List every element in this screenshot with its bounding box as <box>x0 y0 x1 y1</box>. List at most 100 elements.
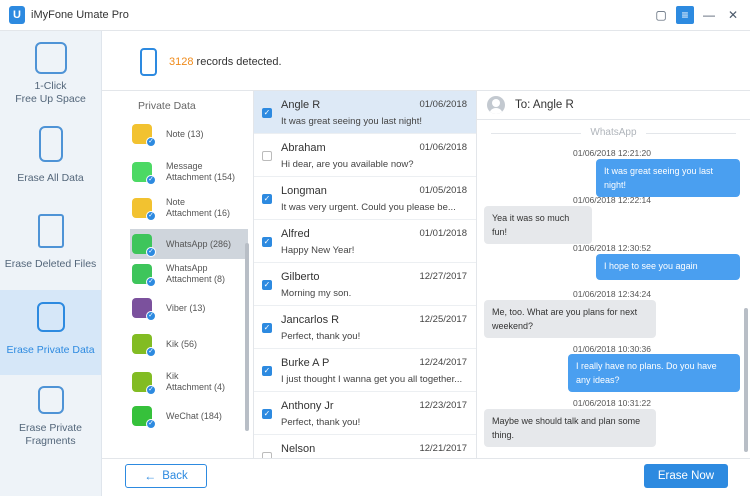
contact-row[interactable]: ✓ Alfred 01/01/2018 Happy New Year! <box>254 220 476 263</box>
message-timestamp: 01/06/2018 12:30:52 <box>573 243 651 253</box>
sidebar-item-erase-all-data[interactable]: Erase All Data <box>0 126 101 206</box>
sidebar-item-label: Erase Private Data <box>6 344 95 356</box>
checked-icon: ✓ <box>146 175 156 185</box>
contact-checkbox[interactable]: ✓ <box>262 194 272 204</box>
contact-preview: Hi dear, are you available now? <box>281 159 414 170</box>
contact-checkbox[interactable]: ✓ <box>262 108 272 118</box>
message-timestamp: 01/06/2018 10:30:36 <box>573 344 651 354</box>
message-timestamp: 01/06/2018 12:34:24 <box>573 289 651 299</box>
sidebar-item-erase-private-data[interactable]: Erase Private Data <box>0 290 101 375</box>
contact-row[interactable]: Nelson 12/21/2017 <box>254 435 476 458</box>
contact-date: 12/23/2017 <box>419 400 467 411</box>
contact-row[interactable]: ✓ Longman 01/05/2018 It was very urgent. Co… <box>254 177 476 220</box>
private-data-item[interactable]: ✓ WhatsApp Attachment (8) <box>130 259 248 289</box>
contact-name: Longman <box>281 185 327 197</box>
private-data-item[interactable]: ✓ Kik (56) <box>130 329 248 359</box>
contact-date: 12/21/2017 <box>419 443 467 454</box>
checked-icon: ✓ <box>146 385 156 395</box>
contact-name: Gilberto <box>281 271 320 283</box>
contact-row[interactable]: ✓ Anthony Jr 12/23/2017 Perfect, thank you! <box>254 392 476 435</box>
records-count: 3128 <box>169 56 194 68</box>
message-timestamp: 01/06/2018 10:31:22 <box>573 398 651 408</box>
private-data-label: WhatsApp (286) <box>166 238 232 249</box>
whatsapp-icon: ✓ <box>132 234 156 257</box>
close-button[interactable]: ✕ <box>724 6 742 24</box>
private-data-item[interactable]: ✓ Message Attachment (154) <box>130 157 248 187</box>
sidebar-item-erase-deleted-files[interactable]: Erase Deleted Files <box>0 214 101 294</box>
contact-row[interactable]: ✓ Jancarlos R 12/25/2017 Perfect, thank you… <box>254 306 476 349</box>
whatsapp-icon: ✓ <box>132 264 156 287</box>
contact-checkbox[interactable] <box>262 151 272 161</box>
sidebar-item-label: Erase Deleted Files <box>4 258 97 270</box>
contact-preview: Perfect, thank you! <box>281 417 361 428</box>
checked-icon: ✓ <box>146 137 156 147</box>
checked-icon: ✓ <box>146 347 156 357</box>
private-data-label: WhatsApp Attachment (8) <box>166 263 226 284</box>
contact-checkbox[interactable]: ✓ <box>262 237 272 247</box>
chat-panel: To: Angle R WhatsApp 01/06/2018 12:21:20… <box>477 91 750 458</box>
avatar <box>487 96 505 114</box>
private-data-item[interactable]: ✓ Kik Attachment (4) <box>130 367 248 397</box>
private-data-item[interactable]: ✓ Note (13) <box>130 119 248 149</box>
contact-date: 01/01/2018 <box>419 228 467 239</box>
contact-checkbox[interactable]: ✓ <box>262 280 272 290</box>
sidebar-item-erase-private-fragments[interactable]: Erase Private Fragments <box>0 386 101 481</box>
checked-icon: ✓ <box>146 211 156 221</box>
contact-name: Nelson <box>281 443 316 455</box>
private-data-item[interactable]: ✓ Note Attachment (16) <box>130 193 248 223</box>
contact-date: 01/06/2018 <box>419 99 467 110</box>
checked-icon: ✓ <box>146 277 156 287</box>
received-message: Me, too. What are you plans for next wee… <box>484 300 656 338</box>
message-timestamp: 01/06/2018 12:21:20 <box>573 148 651 158</box>
contact-checkbox[interactable]: ✓ <box>262 323 272 333</box>
feedback-button[interactable]: ▢ <box>652 6 670 24</box>
private-data-scrollbar[interactable] <box>245 243 249 431</box>
private-data-label: Kik Attachment (4) <box>166 371 226 392</box>
sidebar: 1-Click Free Up Space Erase All Data Era… <box>0 31 102 496</box>
lock-file-icon <box>36 302 65 332</box>
title-bar: U iMyFone Umate Pro ▢ ≡ — ✕ <box>0 0 750 31</box>
message-icon: ✓ <box>132 162 156 185</box>
back-button[interactable]: ← Back <box>125 464 207 488</box>
contact-checkbox[interactable]: ✓ <box>262 409 272 419</box>
contact-preview: Perfect, thank you! <box>281 331 361 342</box>
sent-message: It was great seeing you last night! <box>596 159 740 197</box>
contact-date: 12/24/2017 <box>419 357 467 368</box>
contact-row[interactable]: ✓ Angle R 01/06/2018 It was great seeing yo… <box>254 91 476 134</box>
viber-icon: ✓ <box>132 298 156 321</box>
private-data-label: Message Attachment (154) <box>166 161 236 182</box>
contact-row[interactable]: ✓ Burke A P 12/24/2017 I just thought I wan… <box>254 349 476 392</box>
records-text: 3128 records detected. <box>169 56 282 68</box>
contact-date: 01/05/2018 <box>419 185 467 196</box>
minimize-button[interactable]: — <box>700 6 718 24</box>
kik-icon: ✓ <box>132 334 156 357</box>
sidebar-item-free-up-space[interactable]: 1-Click Free Up Space <box>0 42 101 117</box>
private-data-item[interactable]: ✓ WhatsApp (286) <box>130 229 248 259</box>
records-summary: 3128 records detected. <box>140 48 282 76</box>
chat-scrollbar[interactable] <box>744 308 748 452</box>
contact-name: Anthony Jr <box>281 400 334 412</box>
contact-preview: I just thought I wanna get you all toget… <box>281 374 463 385</box>
private-data-title: Private Data <box>138 100 196 112</box>
contact-list: ✓ Angle R 01/06/2018 It was great seeing yo… <box>254 91 477 458</box>
private-data-label: Viber (13) <box>166 302 206 313</box>
private-data-item[interactable]: ✓ Viber (13) <box>130 293 248 323</box>
phone-icon <box>140 48 157 76</box>
contact-preview: It was great seeing you last night! <box>281 116 422 127</box>
private-data-label: Note (13) <box>166 128 204 139</box>
app-title: iMyFone Umate Pro <box>31 9 129 21</box>
contact-name: Abraham <box>281 142 326 154</box>
contact-date: 12/25/2017 <box>419 314 467 325</box>
received-message: Yea it was so much fun! <box>484 206 592 244</box>
trash-icon <box>37 214 64 248</box>
contact-checkbox[interactable]: ✓ <box>262 366 272 376</box>
records-label: records detected. <box>193 56 282 68</box>
contact-preview: Happy New Year! <box>281 245 355 256</box>
menu-button[interactable]: ≡ <box>676 6 694 24</box>
private-data-item[interactable]: ✓ WeChat (184) <box>130 401 248 431</box>
sidebar-item-label: Erase All Data <box>17 172 84 184</box>
contact-row[interactable]: ✓ Gilberto 12/27/2017 Morning my son. <box>254 263 476 306</box>
phone-erase-icon <box>38 126 63 162</box>
contact-row[interactable]: Abraham 01/06/2018 Hi dear, are you availa… <box>254 134 476 177</box>
erase-now-button[interactable]: Erase Now <box>644 464 728 488</box>
